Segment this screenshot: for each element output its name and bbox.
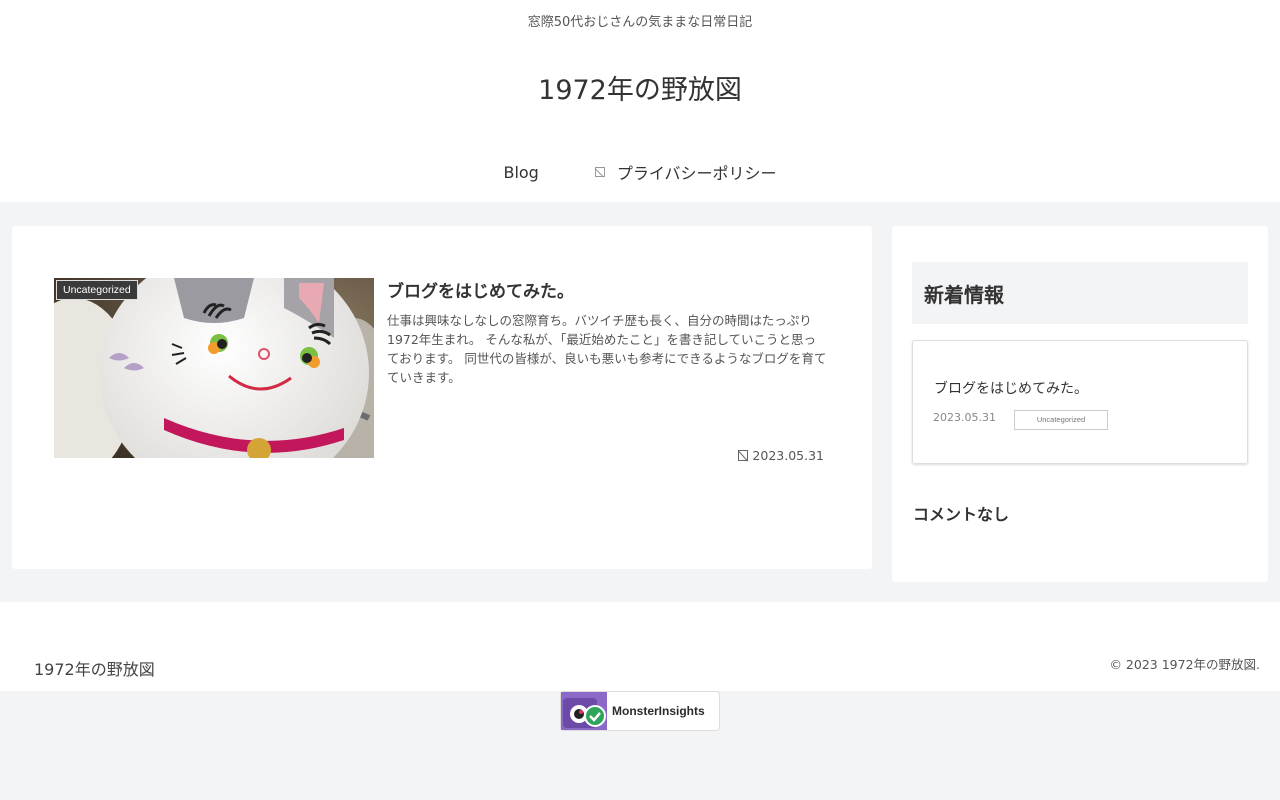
nav-item-privacy-policy[interactable]: プライバシーポリシー <box>594 160 777 184</box>
copyright: © 2023 1972年の野放図. <box>1109 657 1260 672</box>
nav-item-label: Blog <box>503 162 539 182</box>
monsterinsights-label: MonsterInsights <box>612 704 705 718</box>
sidebar: 新着情報 ブログをはじめてみた。 2023.05.31 Uncategorize… <box>892 226 1268 582</box>
widget-title: 新着情報 <box>912 262 1248 324</box>
monsterinsights-badge[interactable]: MonsterInsights <box>560 691 720 731</box>
comments-heading: コメントなし <box>913 505 1010 524</box>
site-tagline: 窓際50代おじさんの気ままな日常日記 <box>527 15 753 30</box>
main-content: Uncategorized ブログをはじめてみた。 仕事は興味なしなしの窓際育ち… <box>12 226 872 569</box>
new-entry-title: ブログをはじめてみた。 <box>934 381 1088 397</box>
new-entry-category: Uncategorized <box>1014 410 1108 430</box>
monsterinsights-logo-icon <box>561 692 607 730</box>
site-header: 窓際50代おじさんの気ままな日常日記 1972年の野放図 Blog プライバシー… <box>0 0 1280 202</box>
entry-excerpt: 仕事は興味なしなしの窓際育ち。バツイチ歴も長く、自分の時間はたっぷり1972年生… <box>387 313 827 385</box>
footer-site-title[interactable]: 1972年の野放図 <box>34 656 155 680</box>
nav-item-label: プライバシーポリシー <box>616 164 777 183</box>
new-entry-card[interactable]: ブログをはじめてみた。 2023.05.31 Uncategorized <box>912 340 1248 464</box>
broken-image-icon <box>594 167 605 177</box>
entry-title[interactable]: ブログをはじめてみた。 <box>387 277 827 302</box>
broken-image-icon <box>738 450 749 461</box>
global-nav: Blog プライバシーポリシー <box>0 160 1280 184</box>
nav-item-blog[interactable]: Blog <box>503 163 538 182</box>
category-label: Uncategorized <box>56 280 138 300</box>
new-entry-date: 2023.05.31 <box>933 411 996 424</box>
site-title[interactable]: 1972年の野放図 <box>0 68 1280 107</box>
entry-date: 2023.05.31 <box>738 448 824 463</box>
site-footer: 1972年の野放図 © 2023 1972年の野放図. <box>0 602 1280 691</box>
entry-thumbnail[interactable] <box>54 278 374 458</box>
entry-date-text: 2023.05.31 <box>752 448 824 463</box>
